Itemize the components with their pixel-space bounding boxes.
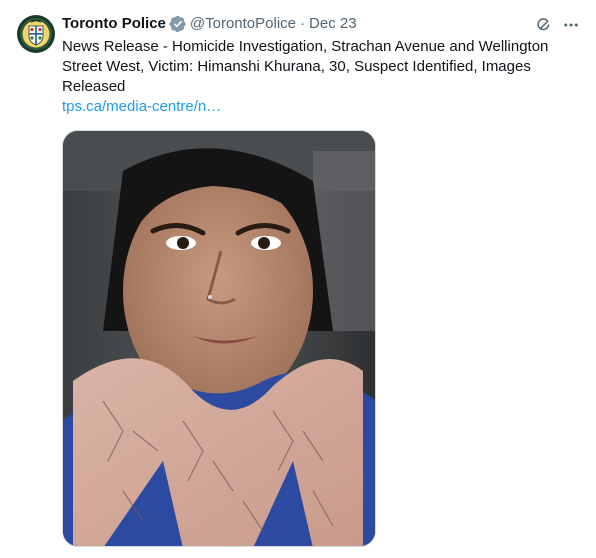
tweet-photo[interactable] bbox=[62, 130, 376, 547]
tweet[interactable]: Toronto Police @TorontoPolice · Dec 23 N… bbox=[0, 0, 596, 558]
display-name[interactable]: Toronto Police bbox=[62, 14, 166, 34]
tweet-date[interactable]: Dec 23 bbox=[309, 14, 357, 34]
toronto-police-crest-icon bbox=[17, 15, 55, 53]
user-handle[interactable]: @TorontoPolice bbox=[190, 14, 296, 34]
separator-dot: · bbox=[300, 15, 306, 32]
avatar[interactable] bbox=[16, 14, 56, 54]
tweet-header: Toronto Police @TorontoPolice · Dec 23 bbox=[62, 14, 522, 34]
grok-icon bbox=[537, 18, 550, 31]
tweet-link[interactable]: tps.ca/media-centre/n… bbox=[62, 97, 221, 117]
portrait-photo bbox=[63, 131, 375, 546]
verified-badge-icon bbox=[169, 15, 187, 33]
more-icon bbox=[564, 23, 578, 27]
tweet-text: News Release - Homicide Investigation, S… bbox=[62, 38, 549, 95]
grok-button[interactable] bbox=[533, 14, 555, 36]
more-button[interactable] bbox=[560, 14, 582, 36]
